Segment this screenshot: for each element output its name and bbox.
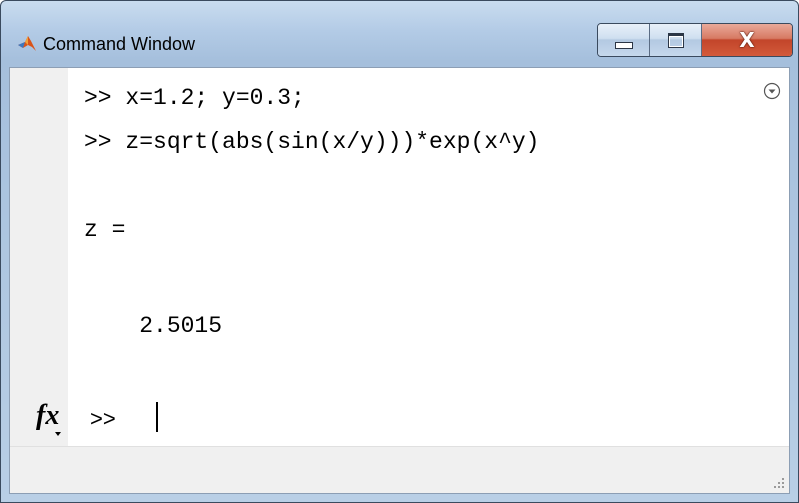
resize-grip-icon[interactable] xyxy=(771,475,785,489)
console-line: 2.5015 xyxy=(84,313,223,339)
title-bar[interactable]: Command Window X xyxy=(1,1,798,63)
command-prompt: >> xyxy=(90,406,116,431)
text-cursor[interactable] xyxy=(156,402,158,432)
matlab-logo-icon xyxy=(18,36,36,51)
fx-dropdown-arrow-icon xyxy=(55,432,61,436)
window-caption-buttons: X xyxy=(597,23,793,57)
options-circle-icon[interactable] xyxy=(763,82,781,100)
close-button[interactable]: X xyxy=(702,24,792,56)
console-gutter xyxy=(10,68,68,448)
close-icon: X xyxy=(739,28,755,52)
maximize-button[interactable] xyxy=(650,24,702,56)
console-line: z = xyxy=(84,217,126,243)
minimize-icon xyxy=(614,41,633,49)
maximize-icon xyxy=(667,32,684,48)
console-pane[interactable]: >> x=1.2; y=0.3; >> z=sqrt(abs(sin(x/y))… xyxy=(9,67,790,494)
minimize-button[interactable] xyxy=(598,24,650,56)
status-bar xyxy=(10,446,789,493)
console-line: >> z=sqrt(abs(sin(x/y)))*exp(x^y) xyxy=(84,129,540,155)
fx-icon[interactable]: fx xyxy=(36,402,59,430)
console-line: >> x=1.2; y=0.3; xyxy=(84,85,305,111)
window-title: Command Window xyxy=(43,34,196,54)
command-window: Command Window X >> x=1.2; y=0.3; >> z=s… xyxy=(0,0,799,503)
